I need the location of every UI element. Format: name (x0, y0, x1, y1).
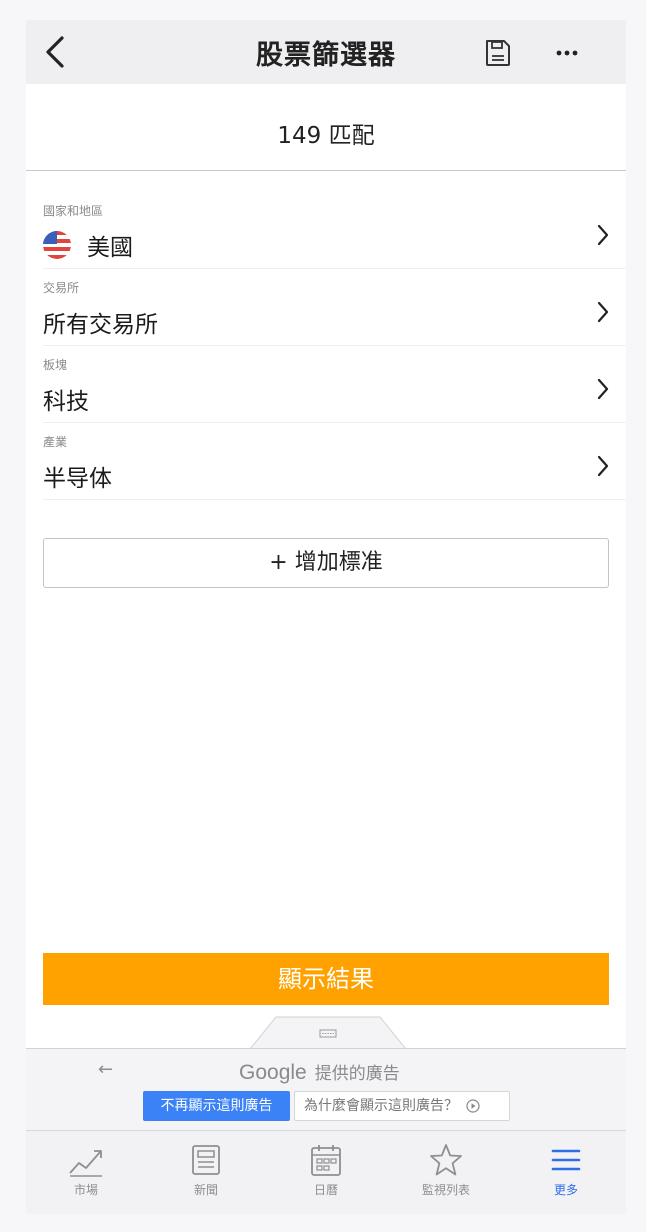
bottom-tab-bar: 市場 新聞 日曆 監視列表 更多 (26, 1130, 626, 1214)
filter-value: 半导体 (43, 466, 112, 492)
chevron-right-icon (597, 301, 609, 323)
tab-label: 新聞 (193, 1183, 218, 1197)
chevron-right-icon (597, 455, 609, 477)
top-bar: 股票篩選器 (26, 20, 626, 84)
tab-watchlist[interactable]: 監視列表 (396, 1131, 496, 1215)
show-results-button[interactable]: 顯示結果 (43, 953, 609, 1005)
tab-news[interactable]: 新聞 (156, 1131, 256, 1215)
ad-panel-handle[interactable] (250, 1016, 406, 1050)
arrow-left-icon[interactable]: ← (98, 1059, 113, 1080)
why-ad-button[interactable]: 為什麼會顯示這則廣告？ (294, 1091, 510, 1121)
ad-provided-text: 提供的廣告 (314, 1064, 400, 1084)
filter-value: 科技 (43, 389, 89, 415)
more-options-icon[interactable] (550, 38, 584, 68)
add-criteria-button[interactable]: + 增加標准 (43, 538, 609, 588)
calendar-icon (311, 1145, 341, 1176)
tab-calendar[interactable]: 日曆 (276, 1131, 376, 1215)
menu-icon (551, 1149, 581, 1171)
filter-exchange[interactable]: 交易所 所有交易所 (26, 269, 626, 346)
star-icon (430, 1144, 462, 1176)
tab-markets[interactable]: 市場 (36, 1131, 136, 1215)
filter-industry[interactable]: 產業 半导体 (26, 423, 626, 500)
filter-label: 交易所 (43, 281, 80, 295)
filter-label: 板塊 (43, 358, 68, 372)
filter-country[interactable]: 國家和地區 美國 (26, 192, 626, 269)
filter-label: 國家和地區 (43, 204, 104, 218)
tab-more[interactable]: 更多 (516, 1131, 616, 1215)
us-flag-icon (43, 231, 71, 259)
ad-title: Google 提供的廣告 (239, 1059, 400, 1085)
tab-label: 監視列表 (421, 1183, 470, 1197)
newspaper-icon (192, 1145, 220, 1175)
page-title: 股票篩選器 (256, 40, 396, 71)
divider (26, 170, 626, 171)
save-icon[interactable] (483, 38, 513, 68)
play-circle-icon (466, 1099, 480, 1113)
why-ad-label: 為什麼會顯示這則廣告？ (304, 1098, 458, 1114)
tab-label: 日曆 (313, 1183, 338, 1197)
chevron-right-icon (597, 378, 609, 400)
tab-label: 更多 (553, 1183, 578, 1197)
match-count: 149 匹配 (277, 123, 375, 149)
google-logo: Google (239, 1061, 307, 1084)
chevron-right-icon (597, 224, 609, 246)
filter-value-wrap: 美國 (43, 228, 133, 262)
filter-value: 所有交易所 (43, 312, 158, 338)
trend-chart-icon (69, 1150, 102, 1177)
screen: 股票篩選器 149 匹配 國家和地區 美國 交易所 所有交易所 板塊 科技 產業… (26, 20, 626, 1214)
tab-label: 市場 (73, 1183, 98, 1197)
row-divider (43, 499, 626, 500)
filter-label: 產業 (43, 435, 68, 449)
ad-panel: ← Google 提供的廣告 不再顯示這則廣告 為什麼會顯示這則廣告？ (26, 1048, 626, 1130)
stop-ad-button[interactable]: 不再顯示這則廣告 (143, 1091, 290, 1121)
filter-value: 美國 (87, 235, 133, 261)
filter-sector[interactable]: 板塊 科技 (26, 346, 626, 423)
